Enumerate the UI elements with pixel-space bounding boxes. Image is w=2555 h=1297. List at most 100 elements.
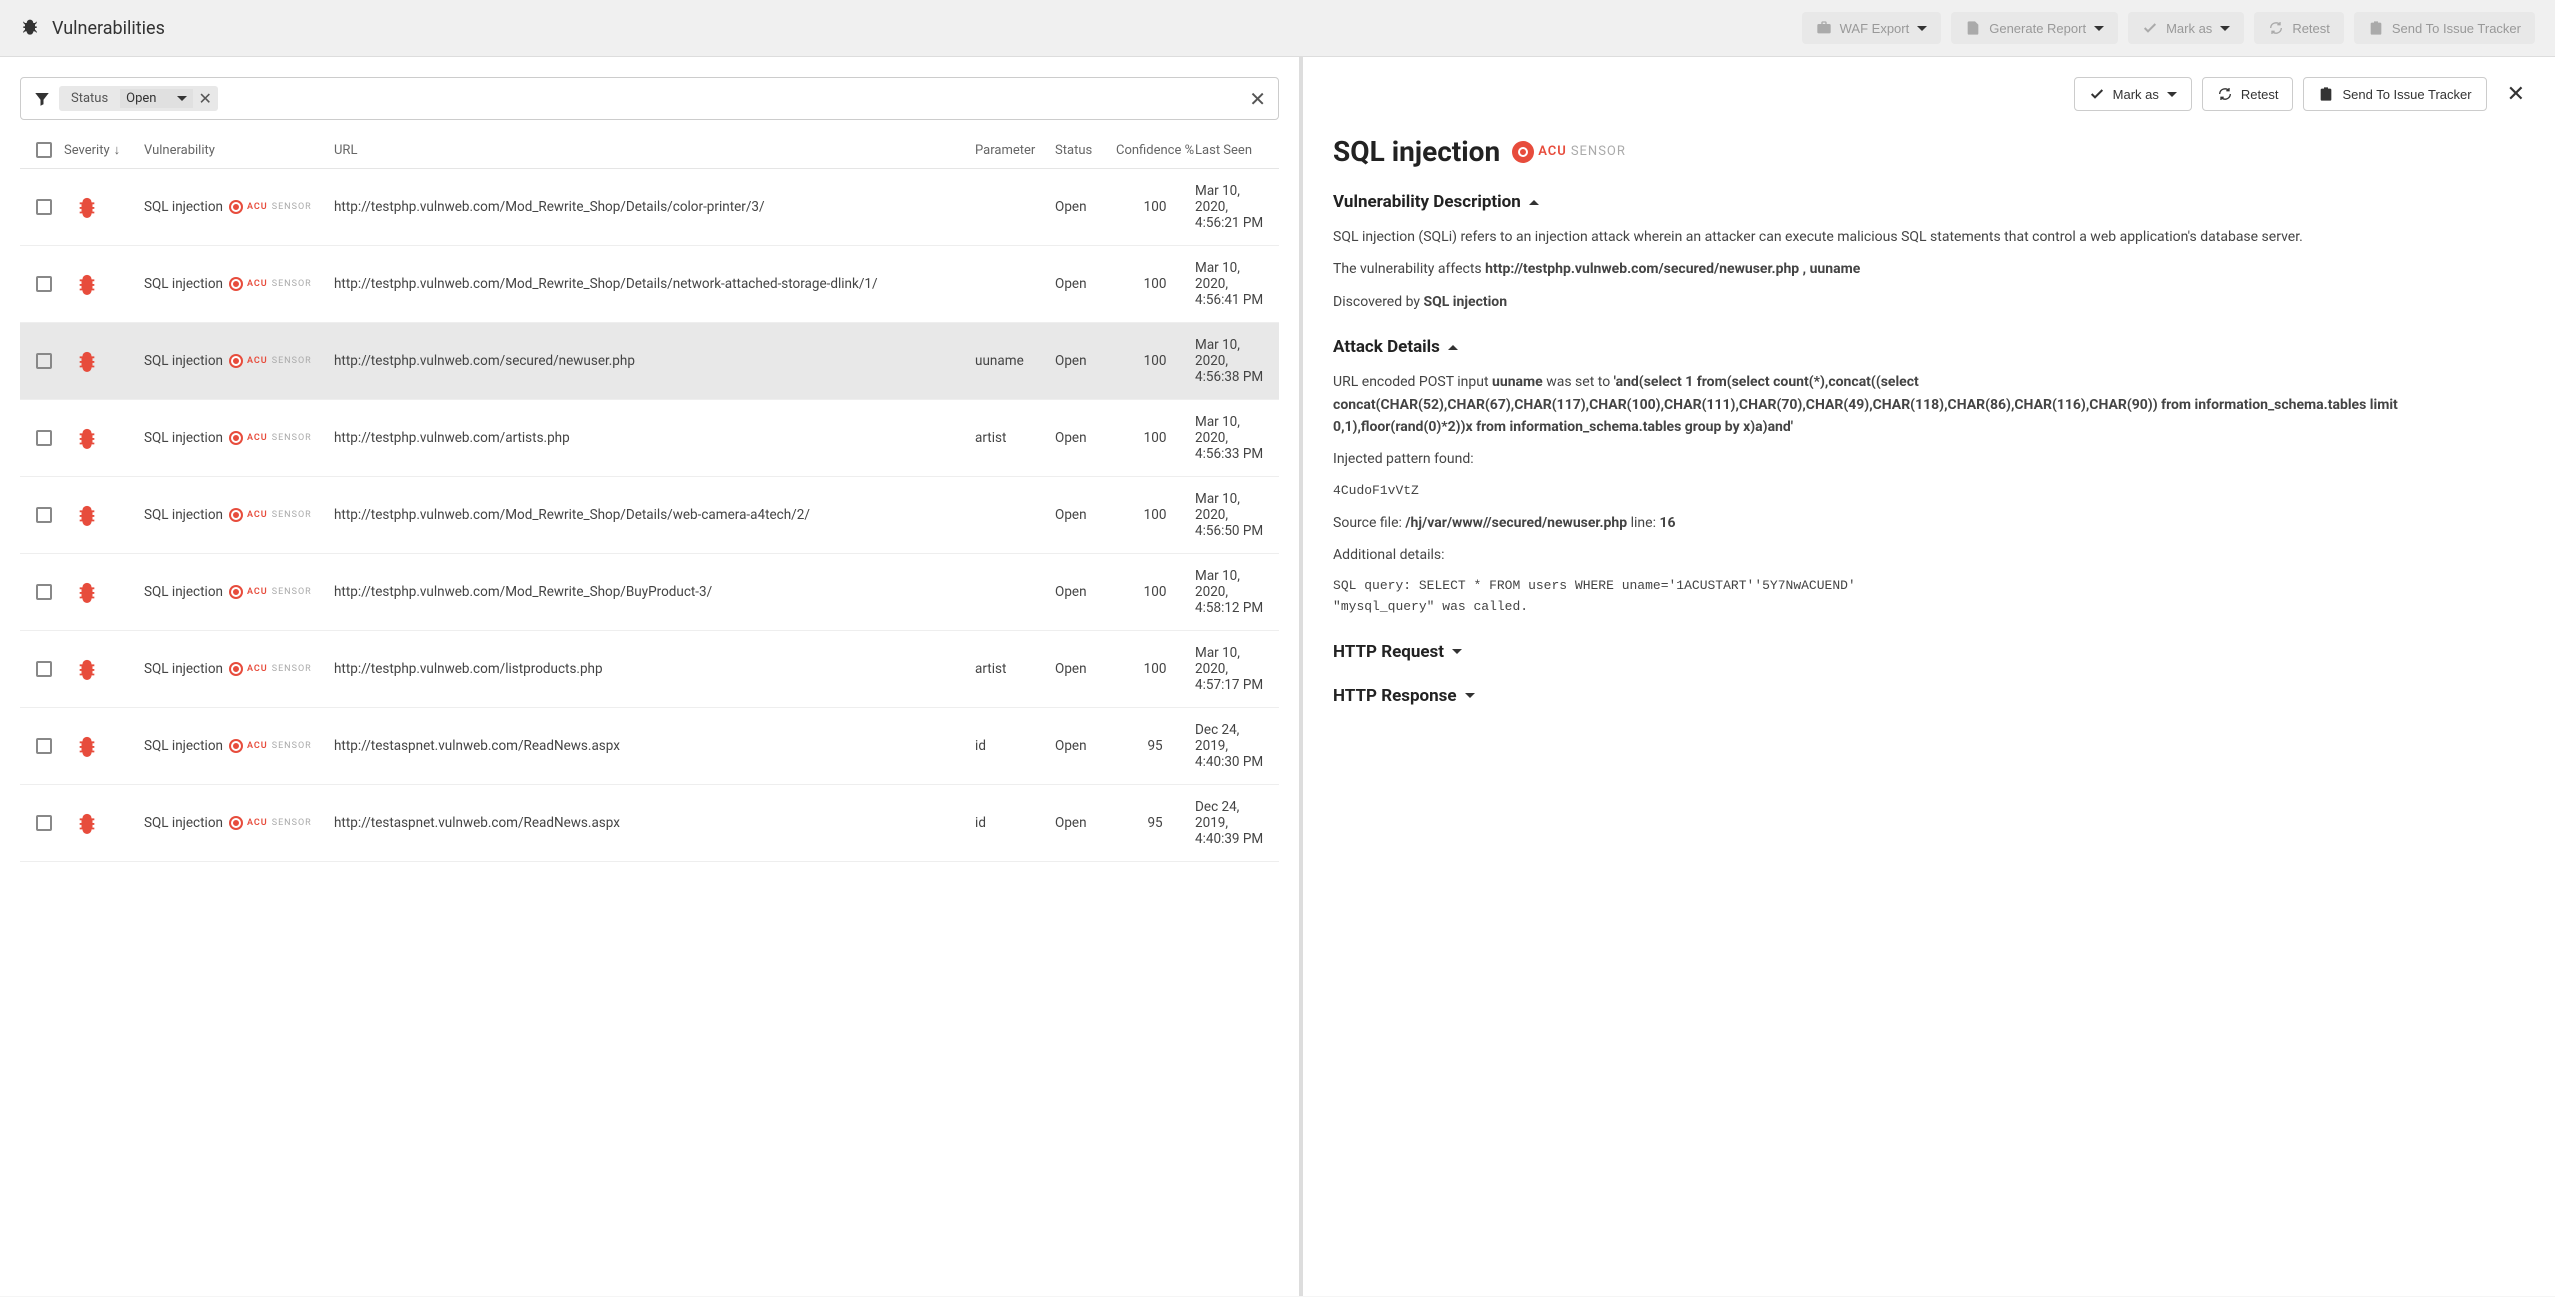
vuln-param: artist xyxy=(975,430,1055,446)
bug-icon xyxy=(20,18,40,38)
table-row[interactable]: SQL injection ACUSENSORhttp://testaspnet… xyxy=(20,785,1279,862)
acusensor-badge: ACUSENSOR xyxy=(229,739,312,753)
row-checkbox[interactable] xyxy=(36,353,52,369)
detail-mark-as-button[interactable]: Mark as xyxy=(2074,77,2192,111)
caret-down-icon xyxy=(1452,649,1462,654)
vuln-last-seen: Mar 10, 2020, 4:56:38 PM xyxy=(1195,337,1275,385)
refresh-icon xyxy=(2217,86,2233,102)
detail-send-tracker-button[interactable]: Send To Issue Tracker xyxy=(2303,77,2486,111)
col-severity[interactable]: Severity ↓ xyxy=(64,142,144,158)
row-checkbox[interactable] xyxy=(36,661,52,677)
chevron-down-icon xyxy=(2220,26,2230,31)
vuln-name: SQL injection xyxy=(144,199,223,215)
vuln-name: SQL injection xyxy=(144,661,223,677)
chevron-down-icon[interactable] xyxy=(177,96,187,101)
vuln-status: Open xyxy=(1055,507,1115,523)
vuln-url: http://testphp.vulnweb.com/listproducts.… xyxy=(334,661,975,677)
vuln-url: http://testaspnet.vulnweb.com/ReadNews.a… xyxy=(334,815,975,831)
chevron-down-icon xyxy=(2094,26,2104,31)
briefcase-icon xyxy=(1816,20,1832,36)
select-all-checkbox[interactable] xyxy=(36,142,52,158)
acusensor-dot-icon xyxy=(229,662,243,676)
waf-export-button[interactable]: WAF Export xyxy=(1802,12,1942,44)
vuln-name: SQL injection xyxy=(144,584,223,600)
vuln-confidence: 100 xyxy=(1115,276,1195,292)
generate-report-button[interactable]: Generate Report xyxy=(1951,12,2118,44)
table-row[interactable]: SQL injection ACUSENSORhttp://testphp.vu… xyxy=(20,400,1279,477)
vuln-last-seen: Mar 10, 2020, 4:57:17 PM xyxy=(1195,645,1275,693)
col-confidence[interactable]: Confidence % xyxy=(1115,143,1195,158)
close-detail-icon[interactable]: ✕ xyxy=(2507,82,2525,107)
detail-retest-button[interactable]: Retest xyxy=(2202,77,2294,111)
topbar-left: Vulnerabilities xyxy=(20,18,165,39)
filter-label: Status xyxy=(65,89,114,108)
table-row[interactable]: SQL injection ACUSENSOR http://testphp.vu… xyxy=(20,554,1279,631)
table-row[interactable]: SQL injection ACUSENSORhttp://testphp.vu… xyxy=(20,169,1279,246)
vuln-confidence: 100 xyxy=(1115,430,1195,446)
clipboard-icon xyxy=(2368,20,2384,36)
acusensor-dot-icon xyxy=(229,200,243,214)
severity-high-icon xyxy=(76,504,98,526)
table-row[interactable]: SQL injection ACUSENSORhttp://testphp.vu… xyxy=(20,477,1279,554)
acusensor-dot-icon xyxy=(229,354,243,368)
vuln-last-seen: Mar 10, 2020, 4:56:41 PM xyxy=(1195,260,1275,308)
acusensor-badge: ACUSENSOR xyxy=(229,277,312,291)
injected-pattern-label: Injected pattern found: xyxy=(1333,448,2525,470)
row-checkbox[interactable] xyxy=(36,199,52,215)
vuln-name: SQL injection xyxy=(144,353,223,369)
vuln-name: SQL injection xyxy=(144,276,223,292)
caret-up-icon xyxy=(1529,200,1539,205)
row-checkbox[interactable] xyxy=(36,276,52,292)
filter-icon[interactable] xyxy=(33,90,51,108)
vulnerability-table: Severity ↓ Vulnerability URL Parameter S… xyxy=(20,132,1279,862)
table-row[interactable]: SQL injection ACUSENSORhttp://testaspnet… xyxy=(20,708,1279,785)
col-status[interactable]: Status xyxy=(1055,143,1115,158)
mark-as-button[interactable]: Mark as xyxy=(2128,12,2244,44)
severity-high-icon xyxy=(76,658,98,680)
close-icon[interactable]: ✕ xyxy=(199,89,212,108)
vuln-confidence: 100 xyxy=(1115,353,1195,369)
row-checkbox[interactable] xyxy=(36,507,52,523)
vuln-status: Open xyxy=(1055,815,1115,831)
source-file-text: Source file: /hj/var/www//secured/newuse… xyxy=(1333,512,2525,534)
section-vuln-desc[interactable]: Vulnerability Description xyxy=(1333,192,2525,212)
table-row[interactable]: SQL injection ACUSENSORhttp://testphp.vu… xyxy=(20,323,1279,400)
table-row[interactable]: SQL injection ACUSENSORhttp://testphp.vu… xyxy=(20,631,1279,708)
vuln-status: Open xyxy=(1055,353,1115,369)
vuln-status: Open xyxy=(1055,430,1115,446)
vuln-status: Open xyxy=(1055,276,1115,292)
col-vulnerability[interactable]: Vulnerability xyxy=(144,143,334,158)
send-tracker-button[interactable]: Send To Issue Tracker xyxy=(2354,12,2535,44)
filter-chip-status[interactable]: Status Open ✕ xyxy=(59,86,218,111)
caret-down-icon xyxy=(1465,693,1475,698)
row-checkbox[interactable] xyxy=(36,430,52,446)
injected-pattern-value: 4CudoF1vVtZ xyxy=(1333,481,2525,502)
section-http-request[interactable]: HTTP Request xyxy=(1333,642,2525,662)
vuln-param: artist xyxy=(975,661,1055,677)
acusensor-dot-icon xyxy=(229,431,243,445)
acusensor-dot-icon xyxy=(229,277,243,291)
row-checkbox[interactable] xyxy=(36,738,52,754)
retest-button[interactable]: Retest xyxy=(2254,12,2344,44)
severity-high-icon xyxy=(76,812,98,834)
filter-bar: Status Open ✕ ✕ xyxy=(20,77,1279,120)
col-parameter[interactable]: Parameter xyxy=(975,143,1055,158)
row-checkbox[interactable] xyxy=(36,584,52,600)
detail-title: SQL injection xyxy=(1333,135,1500,168)
clear-filters-icon[interactable]: ✕ xyxy=(1249,87,1266,111)
table-row[interactable]: SQL injection ACUSENSORhttp://testphp.vu… xyxy=(20,246,1279,323)
acusensor-dot-icon xyxy=(229,585,243,599)
row-checkbox[interactable] xyxy=(36,815,52,831)
vuln-status: Open xyxy=(1055,584,1115,600)
vuln-name: SQL injection xyxy=(144,430,223,446)
vuln-url: http://testphp.vulnweb.com/Mod_Rewrite_S… xyxy=(334,584,975,600)
col-last-seen[interactable]: Last Seen xyxy=(1195,143,1275,158)
col-url[interactable]: URL xyxy=(334,143,975,158)
acusensor-badge: ACUSENSOR xyxy=(229,200,312,214)
section-attack-details[interactable]: Attack Details xyxy=(1333,337,2525,357)
topbar-actions: WAF Export Generate Report Mark as Retes… xyxy=(1802,12,2535,44)
acusensor-badge: ACUSENSOR xyxy=(229,585,312,599)
section-http-response[interactable]: HTTP Response xyxy=(1333,686,2525,706)
vuln-confidence: 100 xyxy=(1115,507,1195,523)
vuln-last-seen: Mar 10, 2020, 4:56:33 PM xyxy=(1195,414,1275,462)
